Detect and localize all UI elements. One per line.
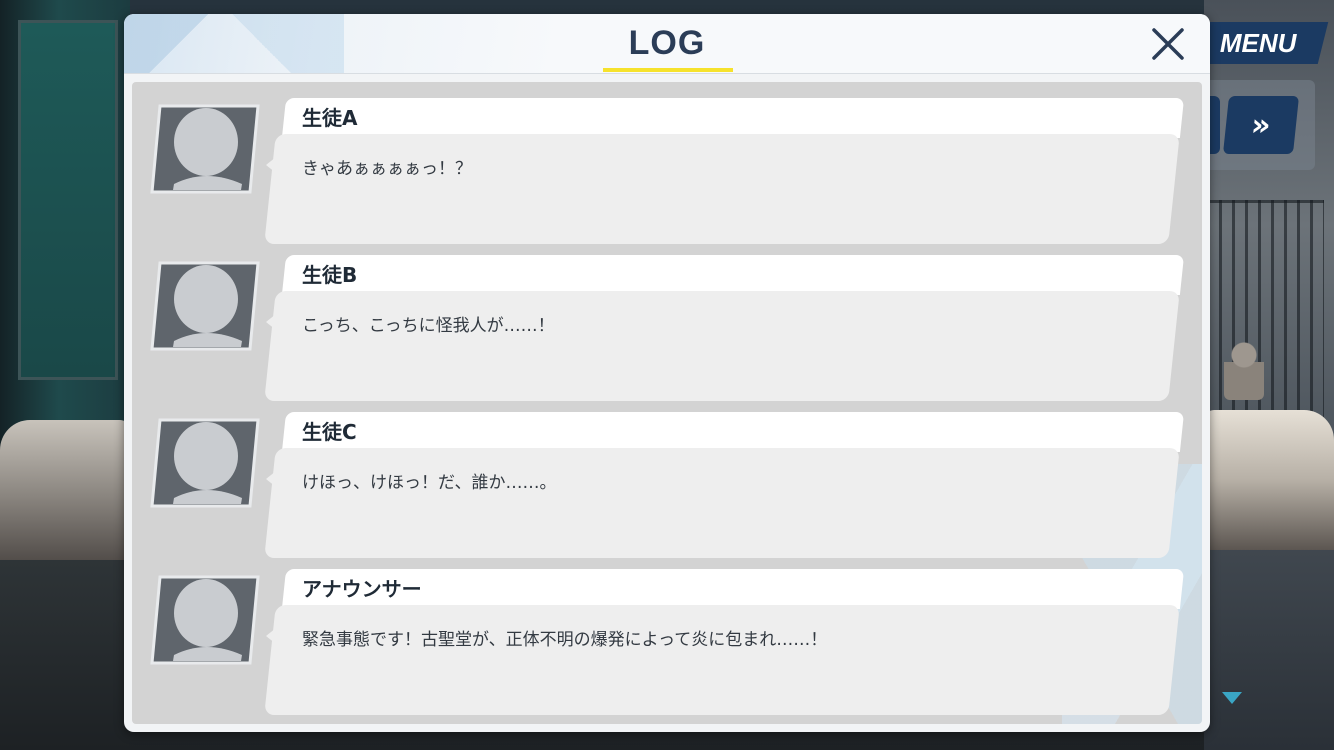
scene-bust (1224, 340, 1264, 400)
fast-forward-icon: » (1249, 107, 1273, 143)
next-arrow-icon (1222, 692, 1242, 704)
avatar (150, 102, 262, 196)
message-bubble (264, 448, 1180, 558)
avatar (150, 573, 262, 667)
avatar (150, 416, 262, 510)
scene-panel-left (18, 20, 118, 380)
log-dialog: LOG 生徒A きゃあぁぁぁぁっ！？ 生徒B こっち、こっちに怪我人が……！ 生… (124, 14, 1210, 732)
message-text: 緊急事態です！古聖堂が、正体不明の爆発によって炎に包まれ……！ (302, 630, 828, 650)
bubble-pointer (266, 314, 276, 330)
log-list[interactable]: 生徒A きゃあぁぁぁぁっ！？ 生徒B こっち、こっちに怪我人が……！ 生徒C け… (132, 82, 1202, 724)
bubble-pointer (266, 628, 276, 644)
close-icon (1152, 28, 1184, 60)
silhouette-icon (150, 104, 260, 194)
message-bubble (264, 291, 1180, 401)
scene-sofa-left (0, 420, 130, 570)
message-text: けほっ、けほっ！だ、誰か……。 (302, 473, 557, 493)
close-button[interactable] (1146, 22, 1190, 66)
avatar (150, 259, 262, 353)
bubble-pointer (266, 157, 276, 173)
message-bubble (264, 605, 1180, 715)
dialog-title: LOG (628, 24, 706, 62)
log-entry: 生徒C けほっ、けほっ！だ、誰か……。 (132, 396, 1202, 558)
bubble-pointer (266, 471, 276, 487)
scene-sofa-right (1204, 410, 1334, 550)
dialog-header: LOG (124, 14, 1210, 74)
speaker-name: 生徒C (302, 420, 357, 444)
silhouette-icon (150, 575, 260, 665)
speaker-tab (281, 98, 1185, 138)
title-underline (603, 68, 733, 72)
speaker-name: 生徒A (302, 106, 358, 130)
speaker-name: アナウンサー (302, 577, 422, 601)
speaker-name: 生徒B (302, 263, 358, 287)
message-bubble (264, 134, 1180, 244)
message-text: きゃあぁぁぁぁっ！？ (302, 159, 472, 179)
log-entry: アナウンサー 緊急事態です！古聖堂が、正体不明の爆発によって炎に包まれ……！ (132, 553, 1202, 715)
log-entry: 生徒B こっち、こっちに怪我人が……！ (132, 239, 1202, 401)
menu-button-label: MENU (1220, 27, 1297, 58)
log-entry: 生徒A きゃあぁぁぁぁっ！？ (132, 82, 1202, 244)
header-divider (124, 73, 1210, 74)
silhouette-icon (150, 418, 260, 508)
speaker-tab (281, 412, 1185, 452)
menu-button[interactable]: MENU (1197, 22, 1329, 64)
silhouette-icon (150, 261, 260, 351)
message-text: こっち、こっちに怪我人が……！ (302, 316, 555, 336)
speaker-tab (281, 255, 1185, 295)
skip-button[interactable]: » (1222, 96, 1300, 154)
